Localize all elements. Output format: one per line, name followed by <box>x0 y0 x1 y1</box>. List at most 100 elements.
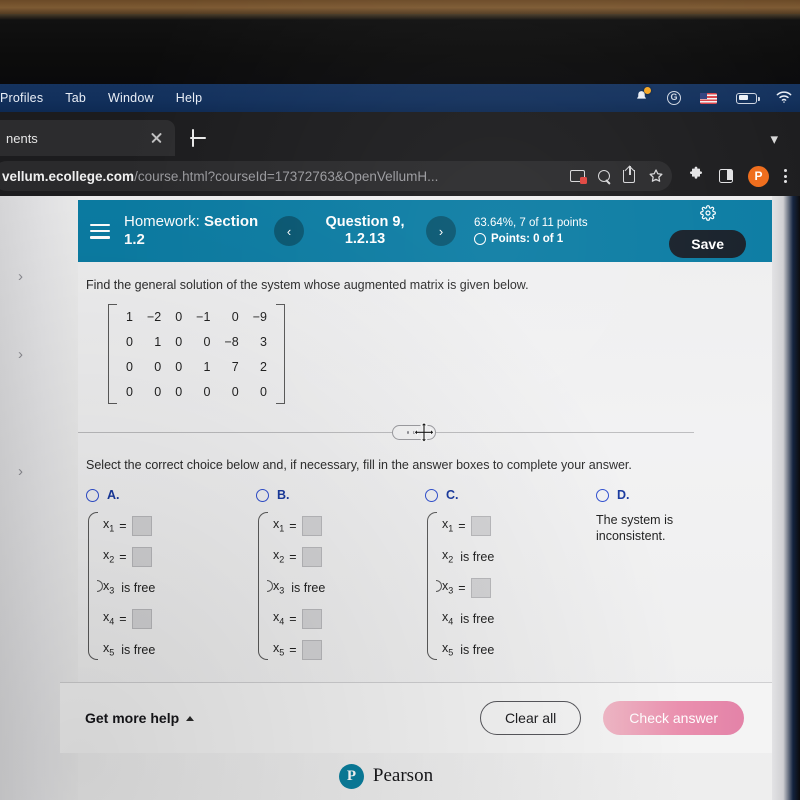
matrix-cell: 0 <box>175 359 183 374</box>
equation-row: x3 is free <box>103 572 155 603</box>
answer-input-c-x1[interactable] <box>470 515 491 536</box>
equation-row: x1 = <box>103 510 155 541</box>
variable-label: x4 <box>103 610 115 627</box>
answer-input-b-x2[interactable] <box>301 546 322 567</box>
choice-header-a[interactable]: A. <box>86 488 155 502</box>
choice-header-b[interactable]: B. <box>256 488 325 502</box>
footer-buttons: Clear all Check answer <box>479 701 772 735</box>
bookmark-star-icon[interactable] <box>648 168 664 184</box>
get-more-help-button[interactable]: Get more help <box>85 710 195 726</box>
answer-input-b-x4[interactable] <box>301 608 322 629</box>
equation-row: x1 = <box>273 510 325 541</box>
equation-row: x3 = <box>442 572 494 603</box>
equation-row: x1 = <box>442 510 494 541</box>
chevron-down-icon[interactable]: ▾ <box>770 130 778 148</box>
matrix-cell: 0 <box>260 384 267 399</box>
gutter-chevron-3[interactable]: › <box>18 463 23 480</box>
choice-header-c[interactable]: C. <box>425 488 494 502</box>
equation-row: x3 is free <box>273 572 325 603</box>
equation-row: x2 = <box>103 541 155 572</box>
choice-option-a[interactable]: A. x1 = x2 = x3 is free x4 = x5 is free <box>86 488 155 665</box>
plus-icon[interactable] <box>185 125 211 151</box>
radio-button-a[interactable] <box>86 488 99 502</box>
answer-input-a-x1[interactable] <box>131 515 152 536</box>
answer-input-c-x3[interactable] <box>470 577 491 598</box>
laptop-bezel <box>0 14 800 86</box>
equals-sign: = <box>289 611 297 626</box>
radio-button-d[interactable] <box>596 488 609 502</box>
equals-sign: = <box>458 580 466 595</box>
answer-input-b-x1[interactable] <box>301 515 322 536</box>
matrix-table: 1 −2 0 −1 0 −9 0 1 0 0 −8 3 0 0 0 1 7 2 0 0 0 0 0 0 <box>119 304 274 404</box>
choice-letter-a: A. <box>107 488 120 502</box>
variable-label: x4 <box>442 610 454 627</box>
gear-icon[interactable] <box>699 204 716 226</box>
us-flag-icon[interactable] <box>700 92 717 104</box>
equation-row: x5 = <box>273 634 325 665</box>
check-answer-button[interactable]: Check answer <box>603 701 744 735</box>
side-panel-icon[interactable] <box>719 169 733 183</box>
matrix-cell: 0 <box>175 309 183 324</box>
address-bar[interactable]: vellum.ecollege.com/course.html?courseId… <box>0 161 672 191</box>
answer-input-a-x2[interactable] <box>131 546 152 567</box>
variable-label: x1 <box>273 517 285 534</box>
free-variable-label: is free <box>121 642 156 657</box>
browser-tabstrip: nents ▾ <box>0 112 800 156</box>
share-icon[interactable] <box>623 165 635 183</box>
matrix-cell: 0 <box>154 359 162 374</box>
next-question-button[interactable]: › <box>426 216 456 246</box>
matrix-row: 000000 <box>119 379 274 404</box>
matrix-cell: 0 <box>231 384 239 399</box>
cast-icon[interactable] <box>570 170 587 184</box>
bell-icon[interactable] <box>635 87 651 106</box>
equals-sign: = <box>289 549 297 564</box>
matrix-bracket-left <box>108 304 117 404</box>
section-divider <box>78 432 694 433</box>
answer-input-b-x5[interactable] <box>301 639 322 660</box>
url-text: vellum.ecollege.com/course.html?courseId… <box>2 169 438 184</box>
choice-option-c[interactable]: C. x1 = x2 is free x3 = x4 is free x5 is free <box>425 488 494 665</box>
hamburger-icon[interactable] <box>90 223 110 239</box>
clear-all-button[interactable]: Clear all <box>479 701 582 735</box>
gutter-chevron-1[interactable]: › <box>18 268 23 285</box>
grammarly-icon[interactable]: G <box>667 91 681 105</box>
variable-label: x3 <box>442 579 454 596</box>
equation-row: x2 is free <box>442 541 494 572</box>
browser-tab[interactable]: nents <box>0 120 175 156</box>
pearson-logo-icon: P <box>338 763 364 789</box>
radio-button-b[interactable] <box>256 488 269 502</box>
variable-label: x5 <box>273 641 285 658</box>
choice-header-d[interactable]: D. <box>596 488 706 502</box>
extensions-puzzle-icon[interactable] <box>688 166 704 187</box>
battery-icon[interactable] <box>736 92 760 104</box>
pearson-brand: P Pearson <box>0 752 772 800</box>
score-summary: 63.64%, 7 of 11 points Points: 0 of 1 <box>474 216 594 247</box>
menu-kebab-icon[interactable] <box>784 168 788 184</box>
screen-right-edge <box>772 196 800 800</box>
profile-avatar[interactable]: P <box>748 165 769 187</box>
search-icon[interactable] <box>598 170 610 182</box>
save-button[interactable]: Save <box>669 229 746 258</box>
menu-window[interactable]: Window <box>108 91 154 105</box>
matrix-cell: 0 <box>203 334 211 349</box>
choice-option-d[interactable]: D. The system is inconsistent. <box>596 488 706 544</box>
answer-input-a-x4[interactable] <box>131 608 152 629</box>
close-icon[interactable] <box>149 130 165 146</box>
left-brace-icon <box>258 512 273 660</box>
menu-tab[interactable]: Tab <box>65 91 86 105</box>
wifi-icon[interactable] <box>776 90 792 106</box>
choice-instruction: Select the correct choice below and, if … <box>86 458 632 472</box>
equation-system-a: x1 = x2 = x3 is free x4 = x5 is free <box>86 510 155 665</box>
prev-question-button[interactable]: ‹ <box>274 216 304 246</box>
variable-label: x5 <box>103 641 115 658</box>
pearson-wordmark: Pearson <box>372 765 434 786</box>
equation-row: x2 = <box>273 541 325 572</box>
radio-button-c[interactable] <box>425 488 438 502</box>
matrix-cell: 0 <box>154 384 162 399</box>
menu-help[interactable]: Help <box>176 91 203 105</box>
gutter-chevron-2[interactable]: › <box>18 346 23 363</box>
augmented-matrix: 1 −2 0 −1 0 −9 0 1 0 0 −8 3 0 0 0 1 7 2 0 0 0 0 0 0 <box>108 304 285 404</box>
menu-profiles[interactable]: Profiles <box>0 91 43 105</box>
choice-option-b[interactable]: B. x1 = x2 = x3 is free x4 = x5 = <box>256 488 325 665</box>
matrix-cell: 0 <box>231 309 239 324</box>
